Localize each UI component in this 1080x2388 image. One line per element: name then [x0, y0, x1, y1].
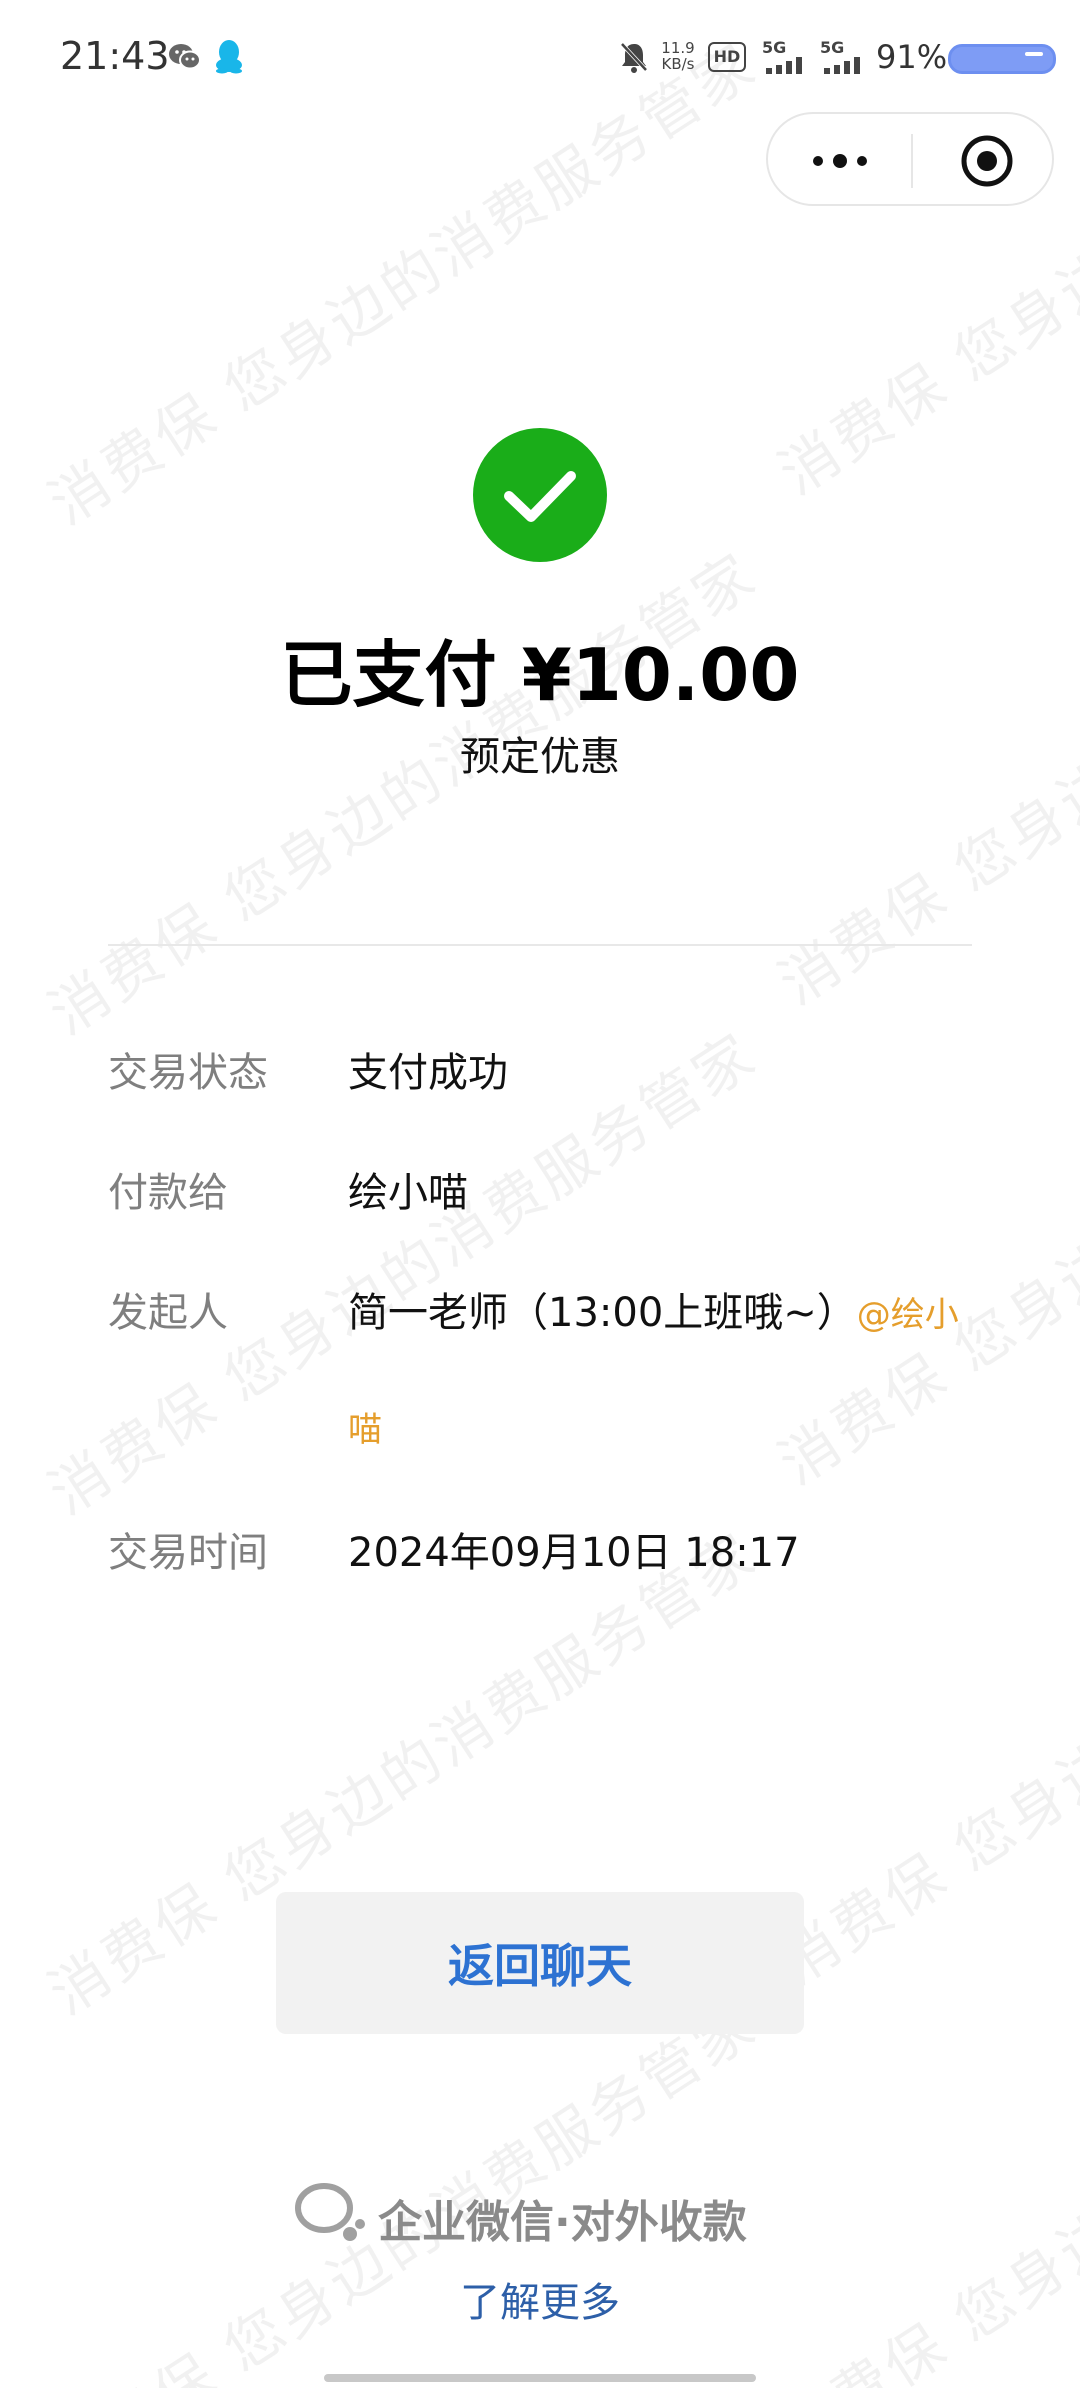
- payment-result-page: 消费保 您身边的消费服务管家 消费保 您身边的消费服务管家 消费保 您身边的消费…: [0, 0, 1080, 2388]
- payment-amount-title: 已支付 ¥10.00: [280, 633, 800, 717]
- footer-brand: 企业微信·对外收款: [378, 2197, 747, 2248]
- mini-program-capsule: [766, 112, 1054, 206]
- status-time: 21:43: [60, 34, 170, 78]
- battery-icon: [948, 44, 1056, 74]
- status-bar: 21:43 11.9 KB/s HD 5G 5G 91%: [0, 0, 1080, 120]
- signal-icon: [824, 57, 860, 74]
- detail-label-time: 交易时间: [108, 1530, 268, 1576]
- detail-value-payee: 绘小喵: [348, 1170, 468, 1216]
- qq-icon: [216, 40, 242, 74]
- network-speed: 11.9 KB/s: [656, 40, 700, 72]
- signal-icon: [766, 57, 802, 74]
- sim1-network-tag: 5G: [762, 38, 787, 57]
- initiator-mention[interactable]: @绘小: [857, 1295, 959, 1335]
- capsule-divider: [911, 134, 913, 188]
- sim2-network-tag: 5G: [820, 38, 845, 57]
- battery-percent: 91%: [876, 38, 948, 76]
- detail-label-initiator: 发起人: [108, 1290, 228, 1336]
- detail-label-payee: 付款给: [108, 1170, 228, 1216]
- more-icon[interactable]: [810, 154, 870, 168]
- home-indicator[interactable]: [324, 2374, 756, 2382]
- divider: [108, 944, 972, 946]
- initiator-mention-continued[interactable]: 喵: [348, 1402, 968, 1451]
- detail-value-time: 2024年09月10日 18:17: [348, 1530, 800, 1576]
- payment-subtitle: 预定优惠: [460, 734, 620, 780]
- hd-badge: HD: [708, 42, 746, 72]
- network-speed-unit: KB/s: [661, 55, 695, 73]
- close-miniprogram-icon[interactable]: [960, 134, 1014, 188]
- wecom-logo-icon: [295, 2183, 365, 2241]
- initiator-name: 简一老师（13:00上班哦~）: [348, 1290, 857, 1336]
- bell-off-icon: [620, 42, 648, 73]
- network-speed-value: 11.9: [661, 39, 695, 57]
- detail-value-status: 支付成功: [348, 1050, 508, 1096]
- learn-more-link[interactable]: 了解更多: [0, 2270, 1080, 2328]
- wechat-icon: [169, 44, 201, 70]
- success-check-icon: [473, 428, 607, 562]
- watermark-text: 消费保 您身边的消费服务管家: [37, 539, 769, 1048]
- detail-value-initiator: 简一老师（13:00上班哦~）@绘小: [348, 1280, 968, 1338]
- detail-label-status: 交易状态: [108, 1050, 268, 1096]
- back-to-chat-button[interactable]: 返回聊天: [276, 1892, 804, 2034]
